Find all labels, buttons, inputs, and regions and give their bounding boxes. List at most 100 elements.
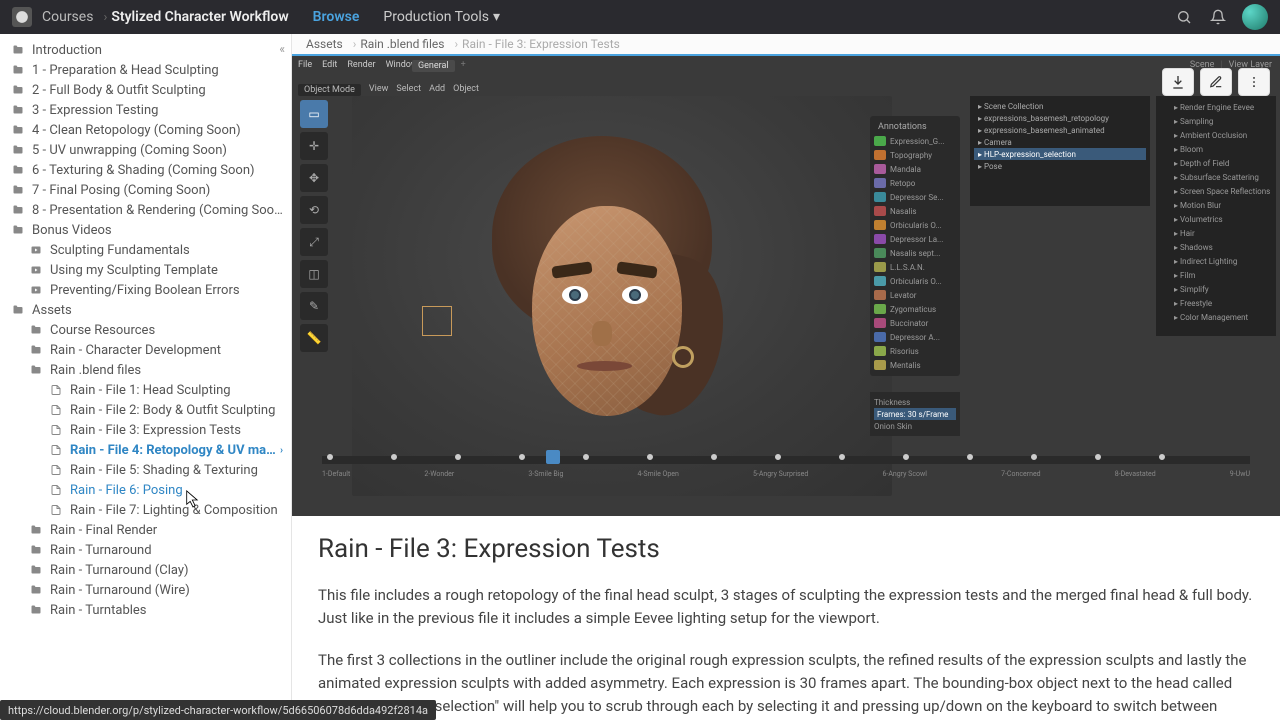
sidebar-item[interactable]: 6 - Texturing & Shading (Coming Soon) xyxy=(0,160,291,180)
annotation-label: Orbicularis O... xyxy=(890,277,942,286)
timeline-label: 6-Angry Scowl xyxy=(882,470,927,478)
nav-browse[interactable]: Browse xyxy=(313,9,360,25)
sidebar[interactable]: « Introduction 1 - Preparation & Head Scu… xyxy=(0,34,292,720)
folder-icon xyxy=(10,122,26,138)
annotation-label: Risorius xyxy=(890,347,919,356)
property-row: ▸ Depth of Field xyxy=(1160,156,1272,170)
breadcrumb-assets[interactable]: Assets xyxy=(306,37,343,51)
color-swatch xyxy=(874,136,886,146)
sidebar-item[interactable]: Rain - File 7: Lighting & Composition xyxy=(0,500,291,520)
gp-frames: Frames: 30 s/Frame xyxy=(874,408,956,420)
outliner-row: ▸ HLP-expression_selection xyxy=(974,148,1146,160)
edit-button[interactable] xyxy=(1200,68,1232,96)
sidebar-item-label: Rain - File 3: Expression Tests xyxy=(70,423,241,438)
nav-production-tools[interactable]: Production Tools▾ xyxy=(383,9,500,25)
folder-icon xyxy=(28,602,44,618)
sidebar-item-label: Rain - Character Development xyxy=(50,343,221,358)
annotation-color-row: Orbicularis O... xyxy=(874,218,956,232)
property-row: ▸ Render Engine Eevee xyxy=(1160,100,1272,114)
sidebar-item[interactable]: Rain - Turntables xyxy=(0,600,291,620)
annotation-color-row: Depressor Se... xyxy=(874,190,956,204)
sidebar-item-label: 1 - Preparation & Head Sculpting xyxy=(32,63,219,78)
sidebar-item-label: Sculpting Fundamentals xyxy=(50,243,190,258)
sidebar-item[interactable]: Rain - Turnaround (Clay) xyxy=(0,560,291,580)
annotation-label: Levator xyxy=(890,291,916,300)
annotation-label: Mentalis xyxy=(890,361,921,370)
sidebar-item[interactable]: Rain - File 2: Body & Outfit Sculpting xyxy=(0,400,291,420)
color-swatch xyxy=(874,178,886,188)
sidebar-item-label: Rain - File 2: Body & Outfit Sculpting xyxy=(70,403,275,418)
sidebar-item[interactable]: Rain - Final Render xyxy=(0,520,291,540)
sidebar-item[interactable]: Rain - File 3: Expression Tests xyxy=(0,420,291,440)
sidebar-item[interactable]: 4 - Clean Retopology (Coming Soon) xyxy=(0,120,291,140)
collapse-sidebar-icon[interactable]: « xyxy=(279,42,285,56)
annotation-color-row: Nasalis sept... xyxy=(874,246,956,260)
sidebar-tree: Introduction 1 - Preparation & Head Sculp… xyxy=(0,34,291,626)
sidebar-item[interactable]: Rain - Character Development xyxy=(0,340,291,360)
sidebar-item[interactable]: 3 - Expression Testing xyxy=(0,100,291,120)
face-wireframe xyxy=(532,206,682,416)
sidebar-item[interactable]: Rain - File 6: Posing xyxy=(0,480,291,500)
sidebar-item-label: Preventing/Fixing Boolean Errors xyxy=(50,283,240,298)
annotation-color-row: Zygomaticus xyxy=(874,302,956,316)
download-button[interactable] xyxy=(1162,68,1194,96)
sidebar-item[interactable]: Rain - Turnaround xyxy=(0,540,291,560)
blender-viewport xyxy=(352,96,892,496)
sidebar-item[interactable]: 5 - UV unwrapping (Coming Soon) xyxy=(0,140,291,160)
sidebar-item[interactable]: Bonus Videos xyxy=(0,220,291,240)
sidebar-item[interactable]: Sculpting Fundamentals xyxy=(0,240,291,260)
folder-icon xyxy=(28,342,44,358)
sidebar-item[interactable]: Introduction xyxy=(0,40,291,60)
sidebar-item[interactable]: Preventing/Fixing Boolean Errors xyxy=(0,280,291,300)
search-icon[interactable] xyxy=(1170,3,1198,31)
blender-timeline: 1-Default2-Wonder3-Smile Big4-Smile Open… xyxy=(302,448,1270,498)
asset-paragraph-1: This file includes a rough retopology of… xyxy=(318,584,1254,631)
outliner-row: ▸ Pose xyxy=(974,160,1146,172)
sidebar-item[interactable]: Rain .blend files xyxy=(0,360,291,380)
blender-menu: File xyxy=(298,60,312,70)
property-row: ▸ Sampling xyxy=(1160,114,1272,128)
annotation-color-row: Risorius xyxy=(874,344,956,358)
property-row: ▸ Volumetrics xyxy=(1160,212,1272,226)
sidebar-item[interactable]: Rain - File 4: Retopology & UV mapping› xyxy=(0,440,291,460)
color-swatch xyxy=(874,248,886,258)
folder-icon xyxy=(10,162,26,178)
sidebar-item[interactable]: 2 - Full Body & Outfit Sculpting xyxy=(0,80,291,100)
tool-measure-icon: 📏 xyxy=(300,324,328,352)
annotation-label: Retopo xyxy=(890,179,915,188)
property-row: ▸ Motion Blur xyxy=(1160,198,1272,212)
folder-icon xyxy=(10,302,26,318)
file-icon xyxy=(48,442,64,458)
sidebar-item[interactable]: Rain - File 5: Shading & Texturing xyxy=(0,460,291,480)
annotation-color-row: Retopo xyxy=(874,176,956,190)
blender-screenshot: FileEditRenderWindowHelp General + Objec… xyxy=(292,56,1280,516)
breadcrumb-current: Rain - File 3: Expression Tests xyxy=(462,37,620,51)
earring xyxy=(672,346,694,368)
sidebar-item[interactable]: 7 - Final Posing (Coming Soon) xyxy=(0,180,291,200)
blender-workspace-tab: General xyxy=(412,60,455,72)
color-swatch xyxy=(874,346,886,356)
blender-mode: Object Mode xyxy=(298,84,361,96)
breadcrumb-folder[interactable]: Rain .blend files xyxy=(360,37,444,51)
annotation-label: Depressor A... xyxy=(890,333,940,342)
file-icon xyxy=(48,382,64,398)
nav-courses[interactable]: Courses xyxy=(42,9,93,25)
notifications-icon[interactable] xyxy=(1204,3,1232,31)
annotation-label: Nasalis xyxy=(890,207,917,216)
nav-workflow[interactable]: Stylized Character Workflow xyxy=(111,9,288,25)
blender-menu: Edit xyxy=(322,60,337,70)
blender-menu: Render xyxy=(347,60,375,70)
sidebar-item[interactable]: Rain - File 1: Head Sculpting xyxy=(0,380,291,400)
sidebar-item[interactable]: 1 - Preparation & Head Sculpting xyxy=(0,60,291,80)
site-logo[interactable] xyxy=(12,7,32,27)
file-icon xyxy=(48,402,64,418)
sidebar-item[interactable]: 8 - Presentation & Rendering (Coming Soo… xyxy=(0,200,291,220)
sidebar-item[interactable]: Assets xyxy=(0,300,291,320)
more-button[interactable] xyxy=(1238,68,1270,96)
timeline-label: 2-Wonder xyxy=(424,470,454,478)
sidebar-item[interactable]: Rain - Turnaround (Wire) xyxy=(0,580,291,600)
sidebar-item[interactable]: Using my Sculpting Template xyxy=(0,260,291,280)
property-row: ▸ Screen Space Reflections xyxy=(1160,184,1272,198)
user-avatar[interactable] xyxy=(1242,4,1268,30)
sidebar-item[interactable]: Course Resources xyxy=(0,320,291,340)
